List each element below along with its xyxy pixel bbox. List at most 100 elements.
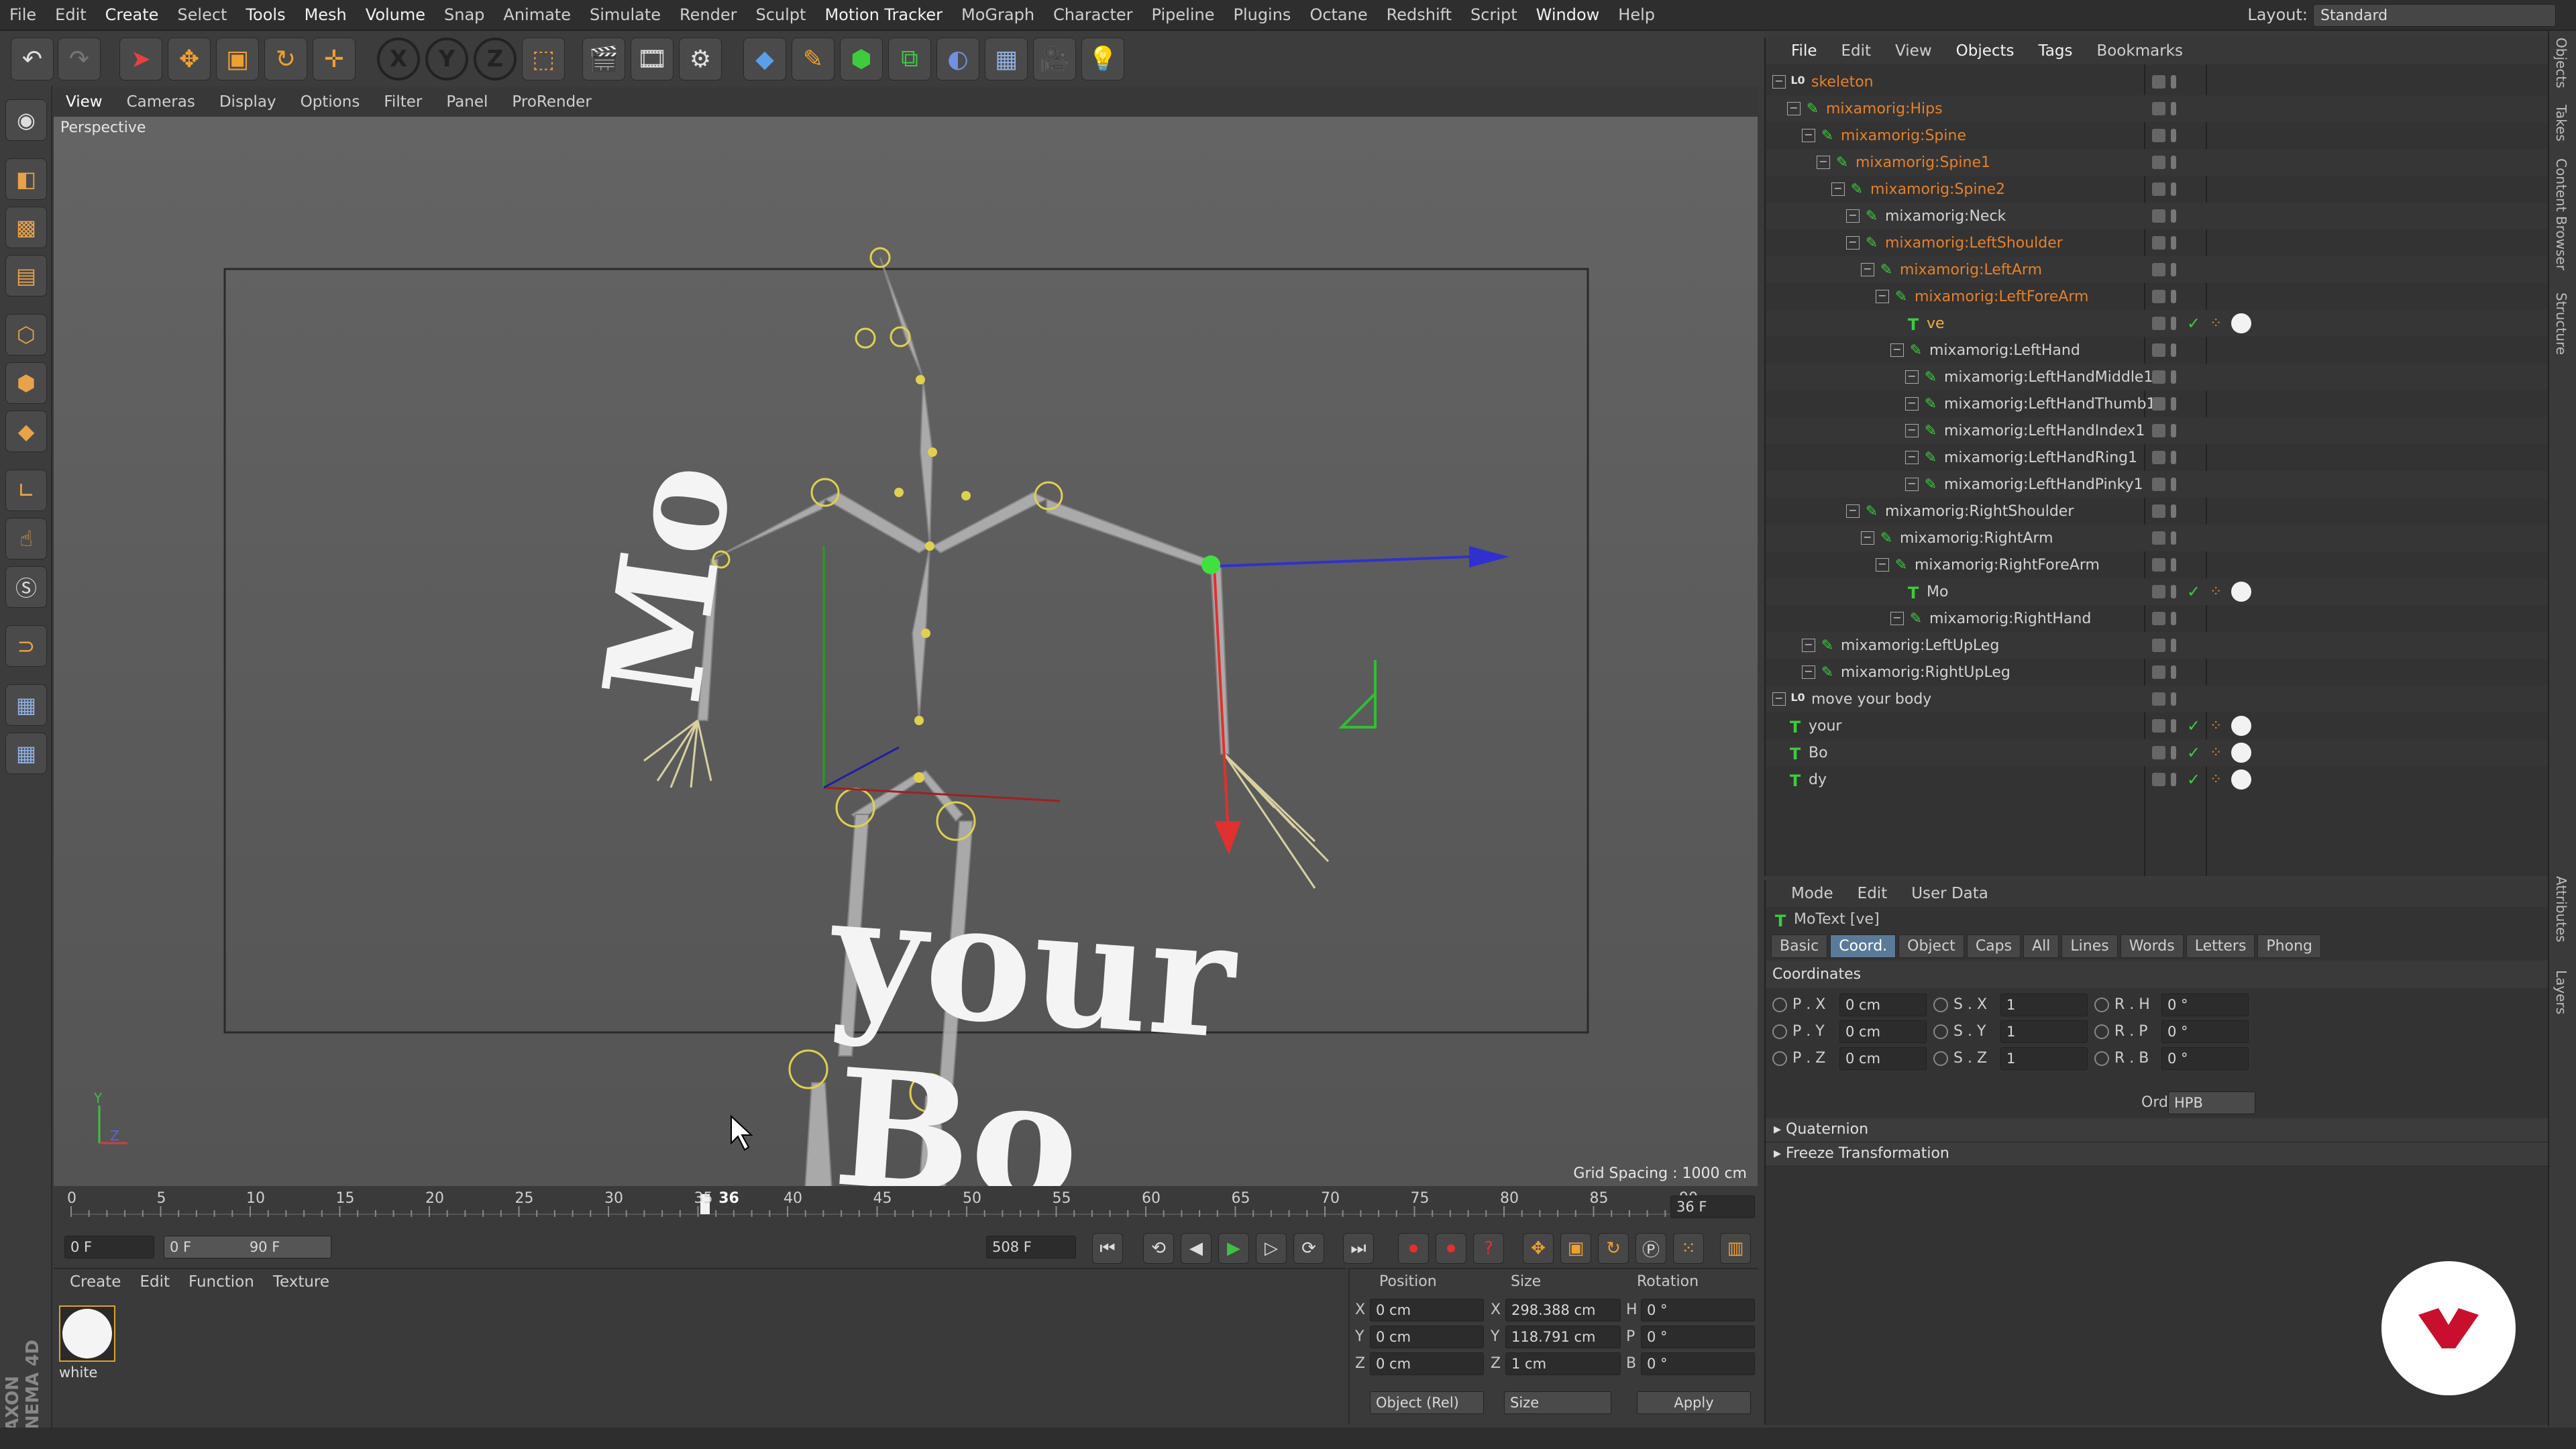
tree-row[interactable]: − ✎ mixamorig:Spine2 — [1766, 176, 2549, 203]
floor-icon[interactable]: ▦ — [985, 38, 1028, 80]
attr-position-field[interactable]: 0 cm — [1839, 994, 1927, 1016]
animate-radio-icon[interactable] — [1933, 1024, 1948, 1039]
viewport-menu-view[interactable]: View — [54, 93, 115, 111]
editor-visibility-icon[interactable] — [2171, 665, 2176, 679]
layer-visibility-icon[interactable] — [2152, 692, 2165, 706]
objects-menu-tags[interactable]: Tags — [2027, 42, 2085, 60]
tree-expander-icon[interactable]: − — [1802, 129, 1815, 142]
coord-size-field[interactable]: 1 cm — [1505, 1352, 1621, 1375]
menu-mesh[interactable]: Mesh — [295, 5, 356, 24]
layer-visibility-icon[interactable] — [2152, 639, 2165, 652]
side-tab-layers[interactable]: Layers — [2553, 970, 2569, 1014]
layer-visibility-icon[interactable] — [2152, 317, 2165, 330]
polygons-mode-icon[interactable]: ◆ — [5, 411, 47, 452]
viewport-menu-prorender[interactable]: ProRender — [500, 93, 603, 111]
material-swatch[interactable] — [59, 1305, 115, 1362]
tree-row[interactable]: − ✎ mixamorig:Spine1 — [1766, 149, 2549, 176]
current-frame-field[interactable]: 36 F — [1670, 1195, 1755, 1218]
menu-animate[interactable]: Animate — [494, 5, 580, 24]
animate-radio-icon[interactable] — [1933, 998, 1948, 1012]
animate-radio-icon[interactable] — [2094, 1051, 2109, 1066]
select-tool-icon[interactable]: ➤ — [119, 38, 162, 80]
tree-expander-icon[interactable]: − — [1846, 209, 1860, 223]
editor-visibility-icon[interactable] — [2171, 75, 2176, 89]
layer-visibility-icon[interactable] — [2152, 558, 2165, 572]
attr-position-field[interactable]: 0 cm — [1839, 1020, 1927, 1043]
tweak-mode-icon[interactable]: ☝ — [5, 518, 47, 559]
move-tool-icon[interactable]: ✥ — [168, 38, 211, 80]
side-tab-objects[interactable]: Objects — [2553, 38, 2569, 89]
attr-scale-field[interactable]: 1 — [2000, 994, 2088, 1016]
tree-row[interactable]: − ✎ mixamorig:LeftForeArm — [1766, 283, 2549, 310]
tree-expander-icon[interactable]: − — [1772, 692, 1786, 706]
layer-visibility-icon[interactable] — [2152, 236, 2165, 250]
tree-row[interactable]: T Mo ✓ ⁘ — [1766, 578, 2549, 605]
render-picture-viewer-icon[interactable]: 🎞 — [631, 38, 674, 80]
tree-row[interactable]: − ✎ mixamorig:RightHand — [1766, 605, 2549, 632]
menu-snap[interactable]: Snap — [435, 5, 494, 24]
tree-expander-icon[interactable]: − — [1905, 397, 1919, 411]
menu-create[interactable]: Create — [96, 5, 168, 24]
recent-tool-icon[interactable]: ✛ — [313, 38, 356, 80]
side-tab-attributes[interactable]: Attributes — [2553, 876, 2569, 943]
editor-visibility-icon[interactable] — [2171, 424, 2176, 437]
tree-expander-icon[interactable]: − — [1905, 451, 1919, 464]
layer-visibility-icon[interactable] — [2152, 156, 2165, 169]
attr-scale-field[interactable]: 1 — [2000, 1047, 2088, 1070]
key-pla-icon[interactable]: ⁙ — [1673, 1233, 1704, 1264]
tree-expander-icon[interactable]: − — [1861, 263, 1874, 276]
edges-mode-icon[interactable]: ⬢ — [5, 362, 47, 404]
side-tab-content-browser[interactable]: Content Browser — [2553, 158, 2569, 270]
menu-sculpt[interactable]: Sculpt — [746, 5, 815, 24]
tree-row[interactable]: − ✎ mixamorig:Hips — [1766, 95, 2549, 122]
subdivision-surface-icon[interactable]: ⬢ — [840, 38, 883, 80]
menu-volume[interactable]: Volume — [356, 5, 435, 24]
editor-visibility-icon[interactable] — [2171, 585, 2176, 598]
key-parameter-icon[interactable]: Ⓟ — [1635, 1233, 1666, 1264]
menu-render[interactable]: Render — [670, 5, 746, 24]
start-frame-field[interactable]: 0 F — [64, 1236, 154, 1258]
editor-visibility-icon[interactable] — [2171, 558, 2176, 572]
viewport-menu-panel[interactable]: Panel — [434, 93, 500, 111]
menu-plugins[interactable]: Plugins — [1224, 5, 1300, 24]
make-editable-icon[interactable]: ◉ — [5, 99, 47, 141]
layer-visibility-icon[interactable] — [2152, 478, 2165, 491]
editor-visibility-icon[interactable] — [2171, 263, 2176, 276]
editor-visibility-icon[interactable] — [2171, 612, 2176, 625]
solo-mode-icon[interactable]: Ⓢ — [5, 566, 47, 608]
material-menu-function[interactable]: Function — [179, 1273, 264, 1291]
editor-visibility-icon[interactable] — [2171, 719, 2176, 733]
layer-visibility-icon[interactable] — [2152, 612, 2165, 625]
material-tag-icon[interactable] — [2231, 313, 2251, 333]
tree-expander-icon[interactable]: − — [1831, 182, 1845, 196]
menu-window[interactable]: Window — [1527, 5, 1609, 24]
coord-rotation-field[interactable]: 0 ° — [1641, 1352, 1755, 1375]
coord-rotation-field[interactable]: 0 ° — [1641, 1299, 1755, 1322]
layer-visibility-icon[interactable] — [2152, 451, 2165, 464]
tree-expander-icon[interactable]: − — [1846, 504, 1860, 518]
workplane-lock-icon[interactable]: ▦ — [5, 684, 47, 726]
animate-radio-icon[interactable] — [2094, 1024, 2109, 1039]
model-mode-icon[interactable]: ◧ — [5, 158, 47, 200]
menu-script[interactable]: Script — [1461, 5, 1527, 24]
enabled-check-icon[interactable]: ✓ — [2187, 770, 2200, 789]
attr-menu-edit[interactable]: Edit — [1845, 885, 1900, 902]
tree-row[interactable]: − ✎ mixamorig:LeftShoulder — [1766, 229, 2549, 256]
rotate-tool-icon[interactable]: ↻ — [264, 38, 307, 80]
grid-snap-icon[interactable]: ▦ — [5, 733, 47, 774]
layer-visibility-icon[interactable] — [2152, 290, 2165, 303]
menu-help[interactable]: Help — [1609, 5, 1664, 24]
tree-row[interactable]: − L0 move your body — [1766, 686, 2549, 712]
layer-visibility-icon[interactable] — [2152, 746, 2165, 759]
tree-row[interactable]: − ✎ mixamorig:LeftHand — [1766, 337, 2549, 364]
tree-row[interactable]: T Bo ✓ ⁘ — [1766, 739, 2549, 766]
animate-radio-icon[interactable] — [1772, 1024, 1787, 1039]
cube-object-icon[interactable]: ◆ — [743, 38, 786, 80]
tree-row[interactable]: − ✎ mixamorig:RightShoulder — [1766, 498, 2549, 525]
tree-row[interactable]: − ✎ mixamorig:LeftArm — [1766, 256, 2549, 283]
coord-mode-select[interactable]: Object (Rel) — [1370, 1391, 1484, 1414]
tree-row[interactable]: − ✎ mixamorig:RightArm — [1766, 525, 2549, 551]
attr-rotation-field[interactable]: 0 ° — [2161, 1020, 2249, 1043]
constraint-tag-icon[interactable]: ⁘ — [2210, 315, 2226, 332]
key-scale-icon[interactable]: ▣ — [1560, 1233, 1591, 1264]
